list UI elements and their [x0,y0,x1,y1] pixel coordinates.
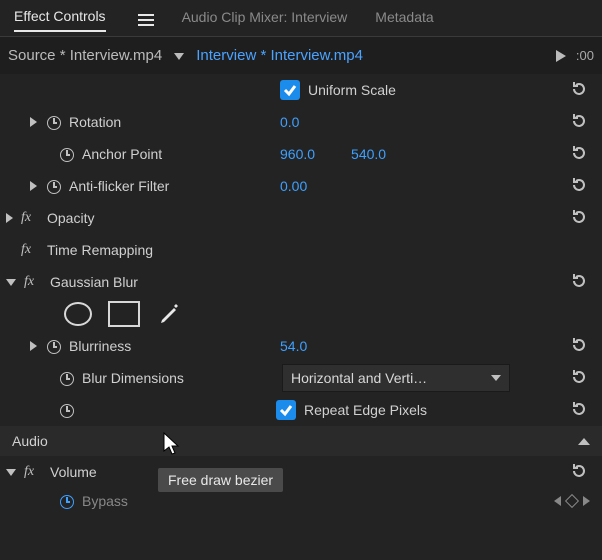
clip-header: Source * Interview.mp4 Interview * Inter… [0,37,602,74]
volume-label: Volume [50,464,97,480]
reset-volume[interactable] [568,460,590,482]
tab-audio-clip-mixer[interactable]: Audio Clip Mixer: Interview [182,9,348,31]
fx-icon-timeremap: fx [21,242,39,258]
timeremap-label: Time Remapping [47,242,153,258]
rotation-value[interactable]: 0.0 [280,114,299,130]
panel-menu-icon[interactable] [138,14,154,26]
fx-icon-volume: fx [24,464,42,480]
mask-rectangle-button[interactable] [108,301,140,327]
source-clip-label: Source * Interview.mp4 [8,47,162,64]
blurriness-label: Blurriness [69,338,131,354]
repeat-edge-checkbox[interactable] [276,400,296,420]
reset-opacity[interactable] [568,206,590,228]
stopwatch-repeatedge[interactable] [58,402,74,418]
row-mask-tools [0,298,602,330]
row-anchor-point: Anchor Point 960.0 540.0 [0,138,602,170]
audio-section-header: Audio [0,426,602,456]
panel-tabs: Effect Controls Audio Clip Mixer: Interv… [0,0,602,34]
row-blur-dimensions: Blur Dimensions Horizontal and Verti… [0,362,602,394]
timecode: :00 [576,48,594,63]
twisty-blurriness[interactable] [30,341,37,351]
reset-blurdim[interactable] [568,366,590,388]
tooltip: Free draw bezier [158,468,283,492]
reset-blurriness[interactable] [568,334,590,356]
mask-ellipse-button[interactable] [64,303,92,325]
blurdim-selected: Horizontal and Verti… [291,370,427,386]
uniform-scale-checkbox[interactable] [280,80,300,100]
reset-rotation[interactable] [568,110,590,132]
stopwatch-anchor[interactable] [58,146,74,162]
reset-gaussian[interactable] [568,270,590,292]
row-repeat-edge: Repeat Edge Pixels [0,394,602,426]
gaussian-label: Gaussian Blur [50,274,138,290]
twisty-volume[interactable] [6,469,16,476]
audio-label: Audio [12,433,48,449]
blurdim-label: Blur Dimensions [82,370,184,386]
tab-metadata[interactable]: Metadata [375,9,433,31]
antiflicker-label: Anti-flicker Filter [69,178,169,194]
row-blurriness: Blurriness 54.0 [0,330,602,362]
twisty-opacity[interactable] [6,213,13,223]
stopwatch-rotation[interactable] [45,114,61,130]
anchor-y-value[interactable]: 540.0 [351,146,386,162]
repeat-edge-label: Repeat Edge Pixels [304,402,427,418]
play-icon[interactable] [556,50,566,62]
stopwatch-blurriness[interactable] [45,338,61,354]
stopwatch-antiflicker[interactable] [45,178,61,194]
row-time-remapping: fx Time Remapping [0,234,602,266]
add-keyframe-icon[interactable] [565,494,579,508]
chevron-down-icon [491,375,501,381]
blur-dimensions-dropdown[interactable]: Horizontal and Verti… [282,364,510,392]
twisty-rotation[interactable] [30,117,37,127]
anchor-x-value[interactable]: 960.0 [280,146,315,162]
fx-icon-gaussian: fx [24,274,42,290]
row-anti-flicker: Anti-flicker Filter 0.00 [0,170,602,202]
bypass-label: Bypass [82,493,128,509]
row-uniform-scale: Uniform Scale [0,74,602,106]
reset-repeatedge[interactable] [568,398,590,420]
row-opacity: fx Opacity [0,202,602,234]
opacity-label: Opacity [47,210,94,226]
mask-pen-button[interactable] [156,303,184,325]
row-volume: fx Volume [0,456,602,488]
reset-antiflicker[interactable] [568,174,590,196]
row-bypass: Bypass [0,488,602,514]
twisty-gaussian[interactable] [6,279,16,286]
reset-uniform-scale[interactable] [568,78,590,100]
next-keyframe-icon[interactable] [583,496,590,506]
sequence-clip-link[interactable]: Interview * Interview.mp4 [196,47,363,64]
blurriness-value[interactable]: 54.0 [280,338,307,354]
keyframe-nav[interactable] [554,496,590,506]
clip-dropdown-icon[interactable] [174,47,184,64]
tab-effect-controls[interactable]: Effect Controls [14,8,106,32]
stopwatch-bypass[interactable] [58,493,74,509]
reset-anchor[interactable] [568,142,590,164]
row-rotation: Rotation 0.0 [0,106,602,138]
rotation-label: Rotation [69,114,121,130]
stopwatch-blurdim[interactable] [58,370,74,386]
anchor-label: Anchor Point [82,146,162,162]
uniform-scale-label: Uniform Scale [308,82,396,98]
prev-keyframe-icon[interactable] [554,496,561,506]
row-gaussian-blur: fx Gaussian Blur [0,266,602,298]
twisty-antiflicker[interactable] [30,181,37,191]
fx-icon-opacity: fx [21,210,39,226]
antiflicker-value[interactable]: 0.00 [280,178,307,194]
collapse-up-icon[interactable] [578,438,590,445]
